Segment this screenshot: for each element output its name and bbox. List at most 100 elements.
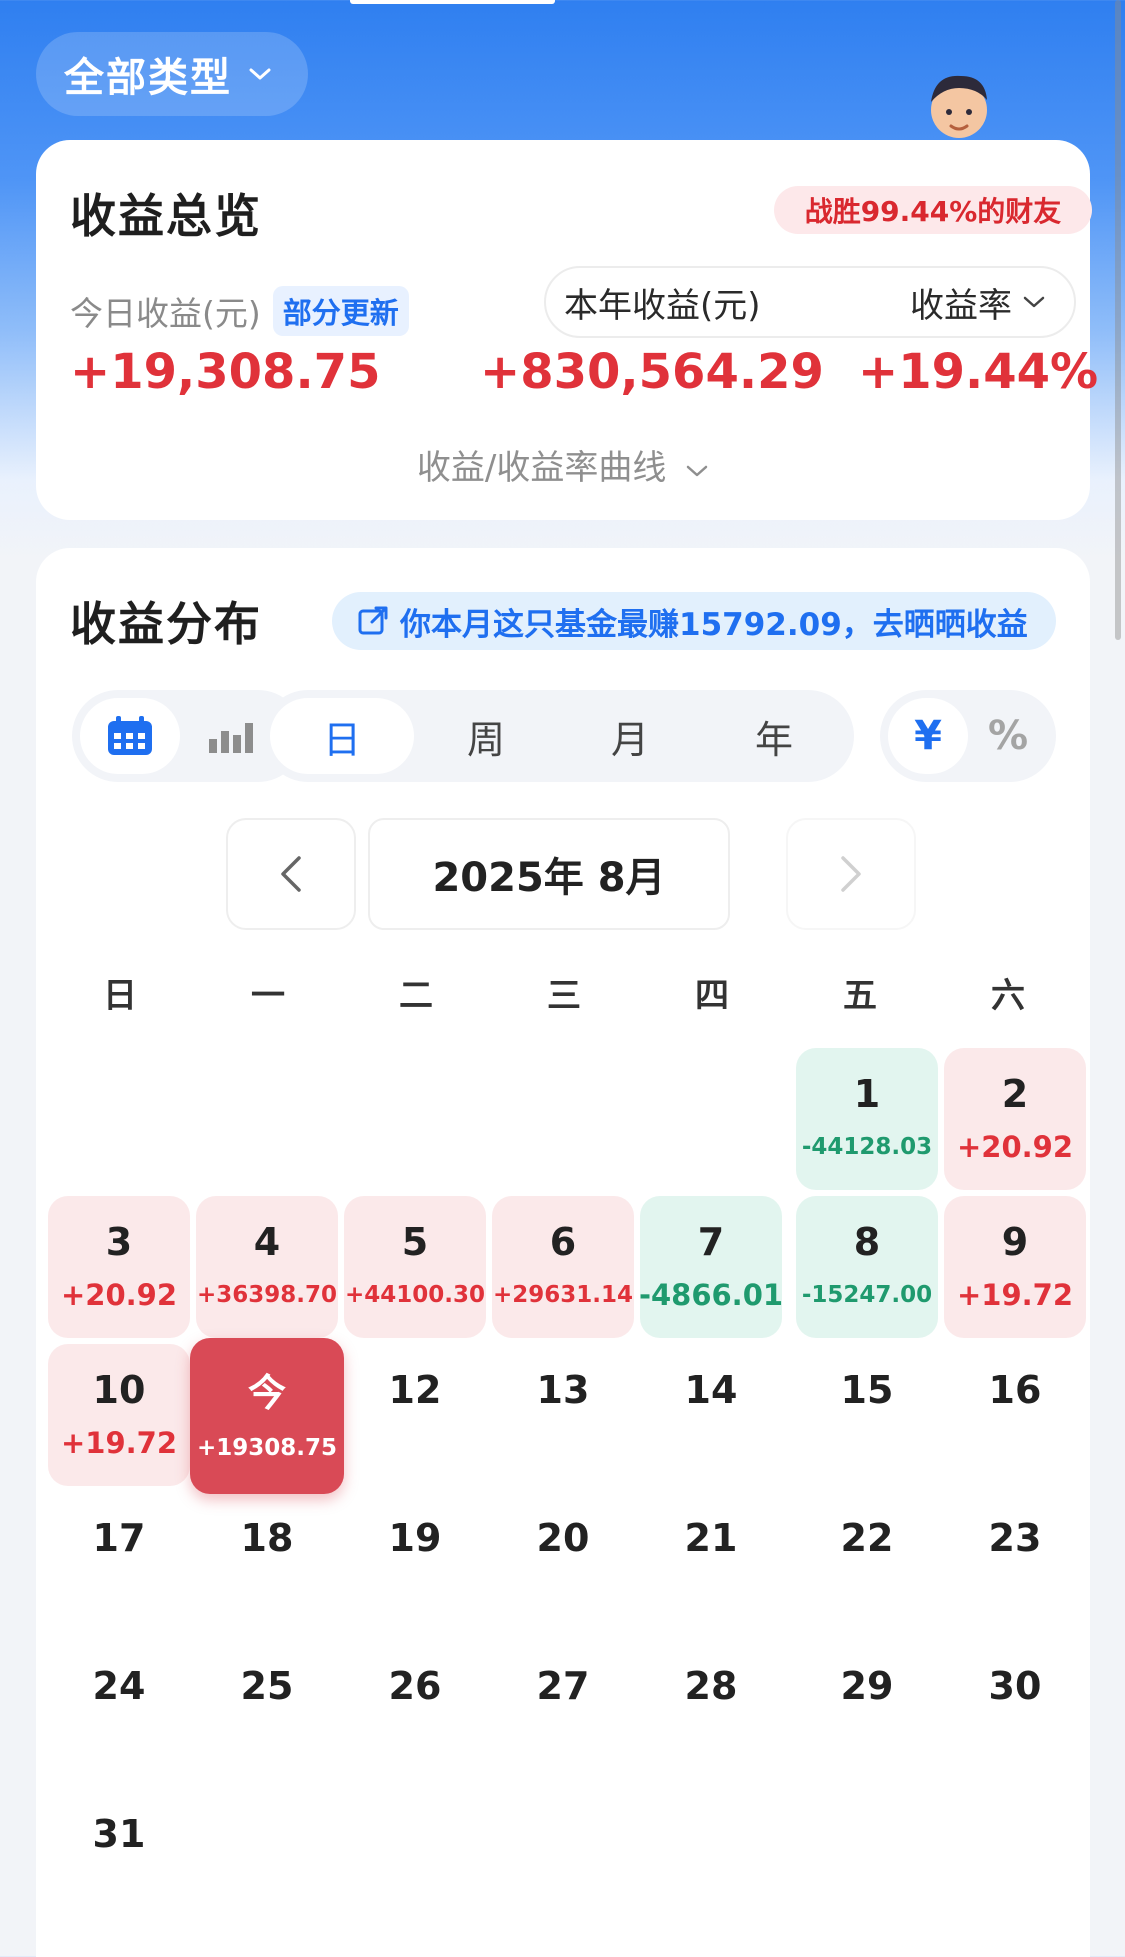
day-number: 25 [240, 1664, 294, 1708]
day-income: +19.72 [60, 1426, 178, 1460]
today-income-label: 今日收益(元) 部分更新 [70, 286, 409, 336]
calendar-day-23[interactable]: 23 [944, 1492, 1086, 1634]
day-number: 22 [840, 1516, 894, 1560]
calendar-day-6[interactable]: 6 +29631.14 [492, 1196, 634, 1338]
calendar-day-24[interactable]: 24 [48, 1640, 190, 1782]
calendar-day-18[interactable]: 18 [196, 1492, 338, 1634]
weekday-label: 一 [251, 976, 285, 1016]
day-number: 13 [536, 1368, 590, 1412]
period-tab-week[interactable]: 周 [414, 698, 558, 774]
day-income: -15247.00 [801, 1282, 933, 1308]
calendar-view-button[interactable] [80, 698, 180, 774]
chevron-right-icon [841, 856, 861, 892]
unit-yuan-button[interactable]: ¥ [888, 698, 968, 774]
calendar-day-17[interactable]: 17 [48, 1492, 190, 1634]
calendar-day-7[interactable]: 7 -4866.01 [638, 1196, 784, 1338]
day-number: 21 [684, 1516, 738, 1560]
top-indicator [350, 0, 555, 4]
day-number: 6 [549, 1220, 577, 1264]
chevron-down-icon [249, 68, 271, 80]
day-number: 今 [247, 1371, 286, 1415]
calendar-day-30[interactable]: 30 [944, 1640, 1086, 1782]
calendar-day-31[interactable]: 31 [48, 1788, 190, 1930]
calendar-day-25[interactable]: 25 [196, 1640, 338, 1782]
day-number: 17 [92, 1516, 146, 1560]
day-income: +19.72 [956, 1278, 1074, 1312]
day-number: 5 [401, 1220, 429, 1264]
period-tab-month[interactable]: 月 [558, 698, 702, 774]
chevron-left-icon [281, 856, 301, 892]
day-income: -4866.01 [638, 1278, 784, 1312]
calendar-day-22[interactable]: 22 [796, 1492, 938, 1634]
day-number: 26 [388, 1664, 442, 1708]
calendar-day-16[interactable]: 16 [944, 1344, 1086, 1486]
day-number: 7 [697, 1220, 725, 1264]
weekday-label: 六 [991, 976, 1025, 1016]
calendar-day-2[interactable]: 2 +20.92 [944, 1048, 1086, 1190]
calendar-day-10[interactable]: 10 +19.72 [48, 1344, 190, 1486]
unit-switch: ¥ % [880, 690, 1056, 782]
curve-toggle[interactable]: 收益/收益率曲线 [36, 440, 1090, 489]
previous-month-button[interactable] [226, 818, 356, 930]
unit-percent-button[interactable]: % [968, 698, 1048, 774]
day-number: 27 [536, 1664, 590, 1708]
calendar-day-4[interactable]: 4 +36398.70 [196, 1196, 338, 1338]
bar-chart-icon [209, 723, 253, 753]
period-tab-year[interactable]: 年 [702, 698, 846, 774]
day-number: 19 [388, 1516, 442, 1560]
overview-title: 收益总览 [70, 189, 262, 243]
scrollbar[interactable] [1115, 0, 1121, 640]
today-income-label-text: 今日收益(元) [70, 294, 261, 333]
day-number: 16 [988, 1368, 1042, 1412]
calendar-day-3[interactable]: 3 +20.92 [48, 1196, 190, 1338]
day-number: 4 [253, 1220, 281, 1264]
today-income-value: +19,308.75 [70, 344, 381, 400]
day-number: 31 [92, 1812, 146, 1856]
calendar-day-29[interactable]: 29 [796, 1640, 938, 1782]
weekday-label: 三 [547, 976, 581, 1016]
calendar-day-20[interactable]: 20 [492, 1492, 634, 1634]
calendar-day-28[interactable]: 28 [640, 1640, 782, 1782]
calendar-day-14[interactable]: 14 [640, 1344, 782, 1486]
day-number: 12 [388, 1368, 442, 1412]
year-income-selector[interactable]: 本年收益(元) 收益率 [544, 266, 1076, 338]
day-number: 1 [853, 1072, 881, 1116]
period-tab-day[interactable]: 日 [270, 698, 414, 774]
day-number: 10 [92, 1368, 146, 1412]
day-number: 9 [1001, 1220, 1029, 1264]
month-navigator: 2025年 8月 [226, 818, 916, 930]
weekday-header: 日 一 二 三 四 五 六 [46, 968, 1086, 1017]
day-income: +44100.30 [344, 1282, 486, 1308]
day-income: -44128.03 [801, 1134, 933, 1160]
day-number: 28 [684, 1664, 738, 1708]
share-promo-banner[interactable]: 你本月这只基金最赚15792.09，去晒晒收益 [332, 592, 1056, 650]
weekday-label: 二 [399, 976, 433, 1016]
calendar-day-8[interactable]: 8 -15247.00 [796, 1196, 938, 1338]
calendar-day-27[interactable]: 27 [492, 1640, 634, 1782]
calendar-day-15[interactable]: 15 [796, 1344, 938, 1486]
beat-badge: 战胜99.44%的财友 [774, 186, 1092, 234]
day-income: +20.92 [956, 1130, 1074, 1164]
distribution-title: 收益分布 [70, 597, 262, 651]
calendar-day-26[interactable]: 26 [344, 1640, 486, 1782]
year-income-value: +830,564.29 [480, 344, 824, 400]
partial-update-badge: 部分更新 [272, 286, 409, 336]
calendar-day-13[interactable]: 13 [492, 1344, 634, 1486]
rate-selector[interactable]: 收益率 [910, 278, 1046, 327]
day-number: 20 [536, 1516, 590, 1560]
calendar-day-today[interactable]: 今 +19308.75 [190, 1338, 344, 1494]
calendar-day-9[interactable]: 9 +19.72 [944, 1196, 1086, 1338]
next-month-button[interactable] [786, 818, 916, 930]
calendar-day-1[interactable]: 1 -44128.03 [796, 1048, 938, 1190]
calendar-day-5[interactable]: 5 +44100.30 [344, 1196, 486, 1338]
day-number: 24 [92, 1664, 146, 1708]
calendar-day-19[interactable]: 19 [344, 1492, 486, 1634]
day-income: +29631.14 [492, 1282, 634, 1308]
day-income: +19308.75 [196, 1435, 338, 1461]
type-filter-dropdown[interactable]: 全部类型 [36, 32, 308, 116]
day-income: +20.92 [60, 1278, 178, 1312]
calendar-day-21[interactable]: 21 [640, 1492, 782, 1634]
day-number: 8 [853, 1220, 881, 1264]
calendar-day-12[interactable]: 12 [344, 1344, 486, 1486]
weekday-label: 日 [103, 976, 137, 1016]
